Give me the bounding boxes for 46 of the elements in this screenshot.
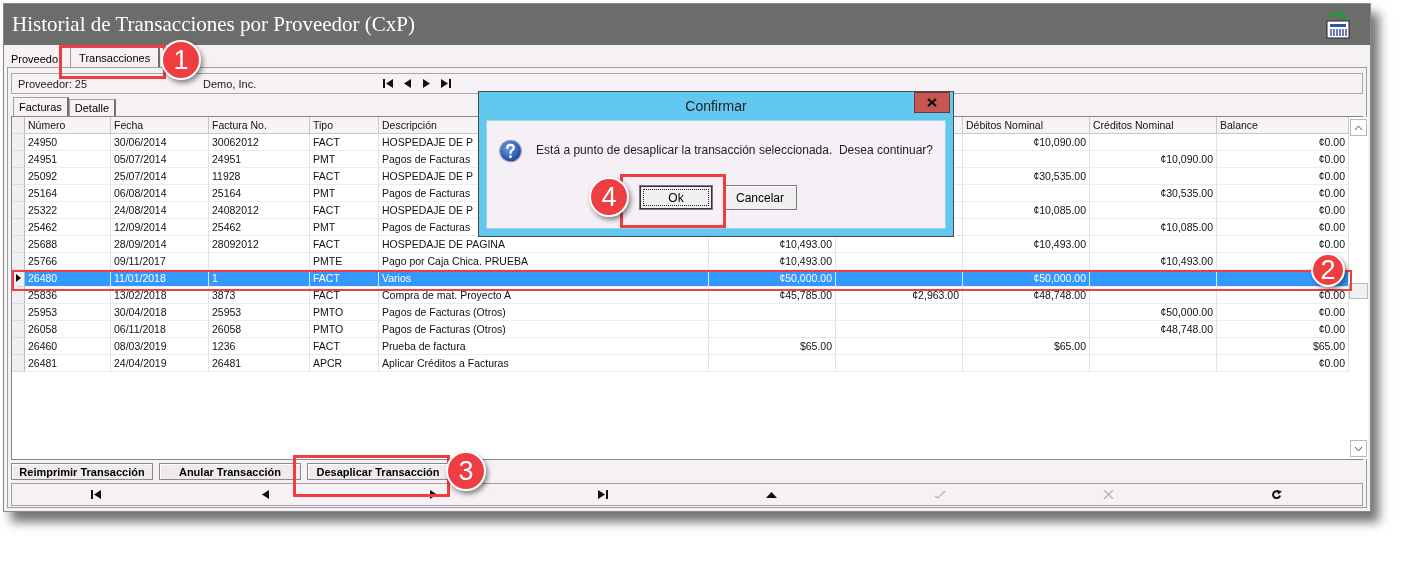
action-button[interactable]: Anular Transacción (159, 463, 301, 480)
table-cell: 26481 (25, 355, 111, 372)
dialog-title: Confirmar (685, 98, 747, 114)
left-triangle-icon[interactable] (259, 490, 271, 499)
up-triangle-icon[interactable] (765, 490, 777, 499)
tab[interactable]: Detalle (68, 99, 117, 116)
skip-to-end-icon[interactable] (440, 79, 451, 88)
table-row[interactable]: 26460 08/03/2019 1236 FACT Prueba de factura $65.00 $65.00 $65.00 (12, 338, 1349, 355)
right-triangle-icon[interactable] (421, 79, 432, 88)
refresh-icon[interactable] (1272, 490, 1284, 499)
table-cell: ¢10,493.00 (1090, 253, 1217, 270)
table-row[interactable]: 25953 30/04/2018 25953 PMTO Pagos de Facturas (Otros) ¢50,000.00 ¢0.00 (12, 304, 1349, 321)
skip-to-end-icon[interactable] (597, 490, 609, 499)
dialog-button[interactable]: Cancelar (723, 185, 797, 210)
table-row[interactable]: 25688 28/09/2014 28092012 FACT HOSPEDAJE DE PAGINA ¢10,493.00 ¢10,493.00 ¢0.00 (12, 236, 1349, 253)
table-cell: Pago por Caja Chica. PRUEBA (379, 253, 709, 270)
table-cell: 24/04/2019 (111, 355, 209, 372)
skip-to-start-icon[interactable] (90, 490, 102, 499)
scroll-down-button[interactable] (1350, 440, 1367, 457)
row-pointer-icon (16, 274, 21, 282)
scrollbar-thumb[interactable] (1349, 283, 1368, 299)
dialog-button[interactable]: Ok (639, 185, 713, 210)
table-cell: 25766 (25, 253, 111, 270)
supplier-label: Proveedor: 25 (18, 77, 89, 90)
chevron-down-icon (1354, 445, 1363, 452)
table-cell: PMTE (310, 253, 379, 270)
close-button[interactable] (914, 92, 950, 113)
building-icon[interactable] (1326, 10, 1350, 39)
skip-to-start-icon[interactable] (383, 79, 394, 88)
left-triangle-icon[interactable] (402, 79, 413, 88)
tab[interactable]: Facturas (13, 97, 69, 116)
table-cell: Aplicar Créditos a Facturas (379, 355, 709, 372)
tab[interactable]: Transacciones (70, 47, 161, 67)
table-row[interactable]: 26058 06/11/2018 26058 PMTO Pagos de Facturas (Otros) ¢48,748.00 ¢0.00 (12, 321, 1349, 338)
table-cell: 26481 (209, 355, 310, 372)
supplier-name: Demo, Inc. (203, 77, 258, 90)
table-cell: 09/11/2017 (111, 253, 209, 270)
window-title: Historial de Transacciones por Proveedor (CxP) (12, 12, 416, 37)
action-button[interactable]: Reimprimir Transacción (11, 463, 153, 480)
table-cell: APCR (310, 355, 379, 372)
close-icon (927, 98, 937, 107)
chevron-up-icon (1354, 124, 1363, 131)
table-cell: ¢10,493.00 (709, 253, 836, 270)
action-button[interactable]: Desaplicar Transacción (307, 463, 449, 480)
scroll-up-button[interactable] (1350, 119, 1367, 136)
table-row[interactable]: 26481 24/04/2019 26481 APCR Aplicar Créditos a Facturas ¢0.00 (12, 355, 1349, 372)
